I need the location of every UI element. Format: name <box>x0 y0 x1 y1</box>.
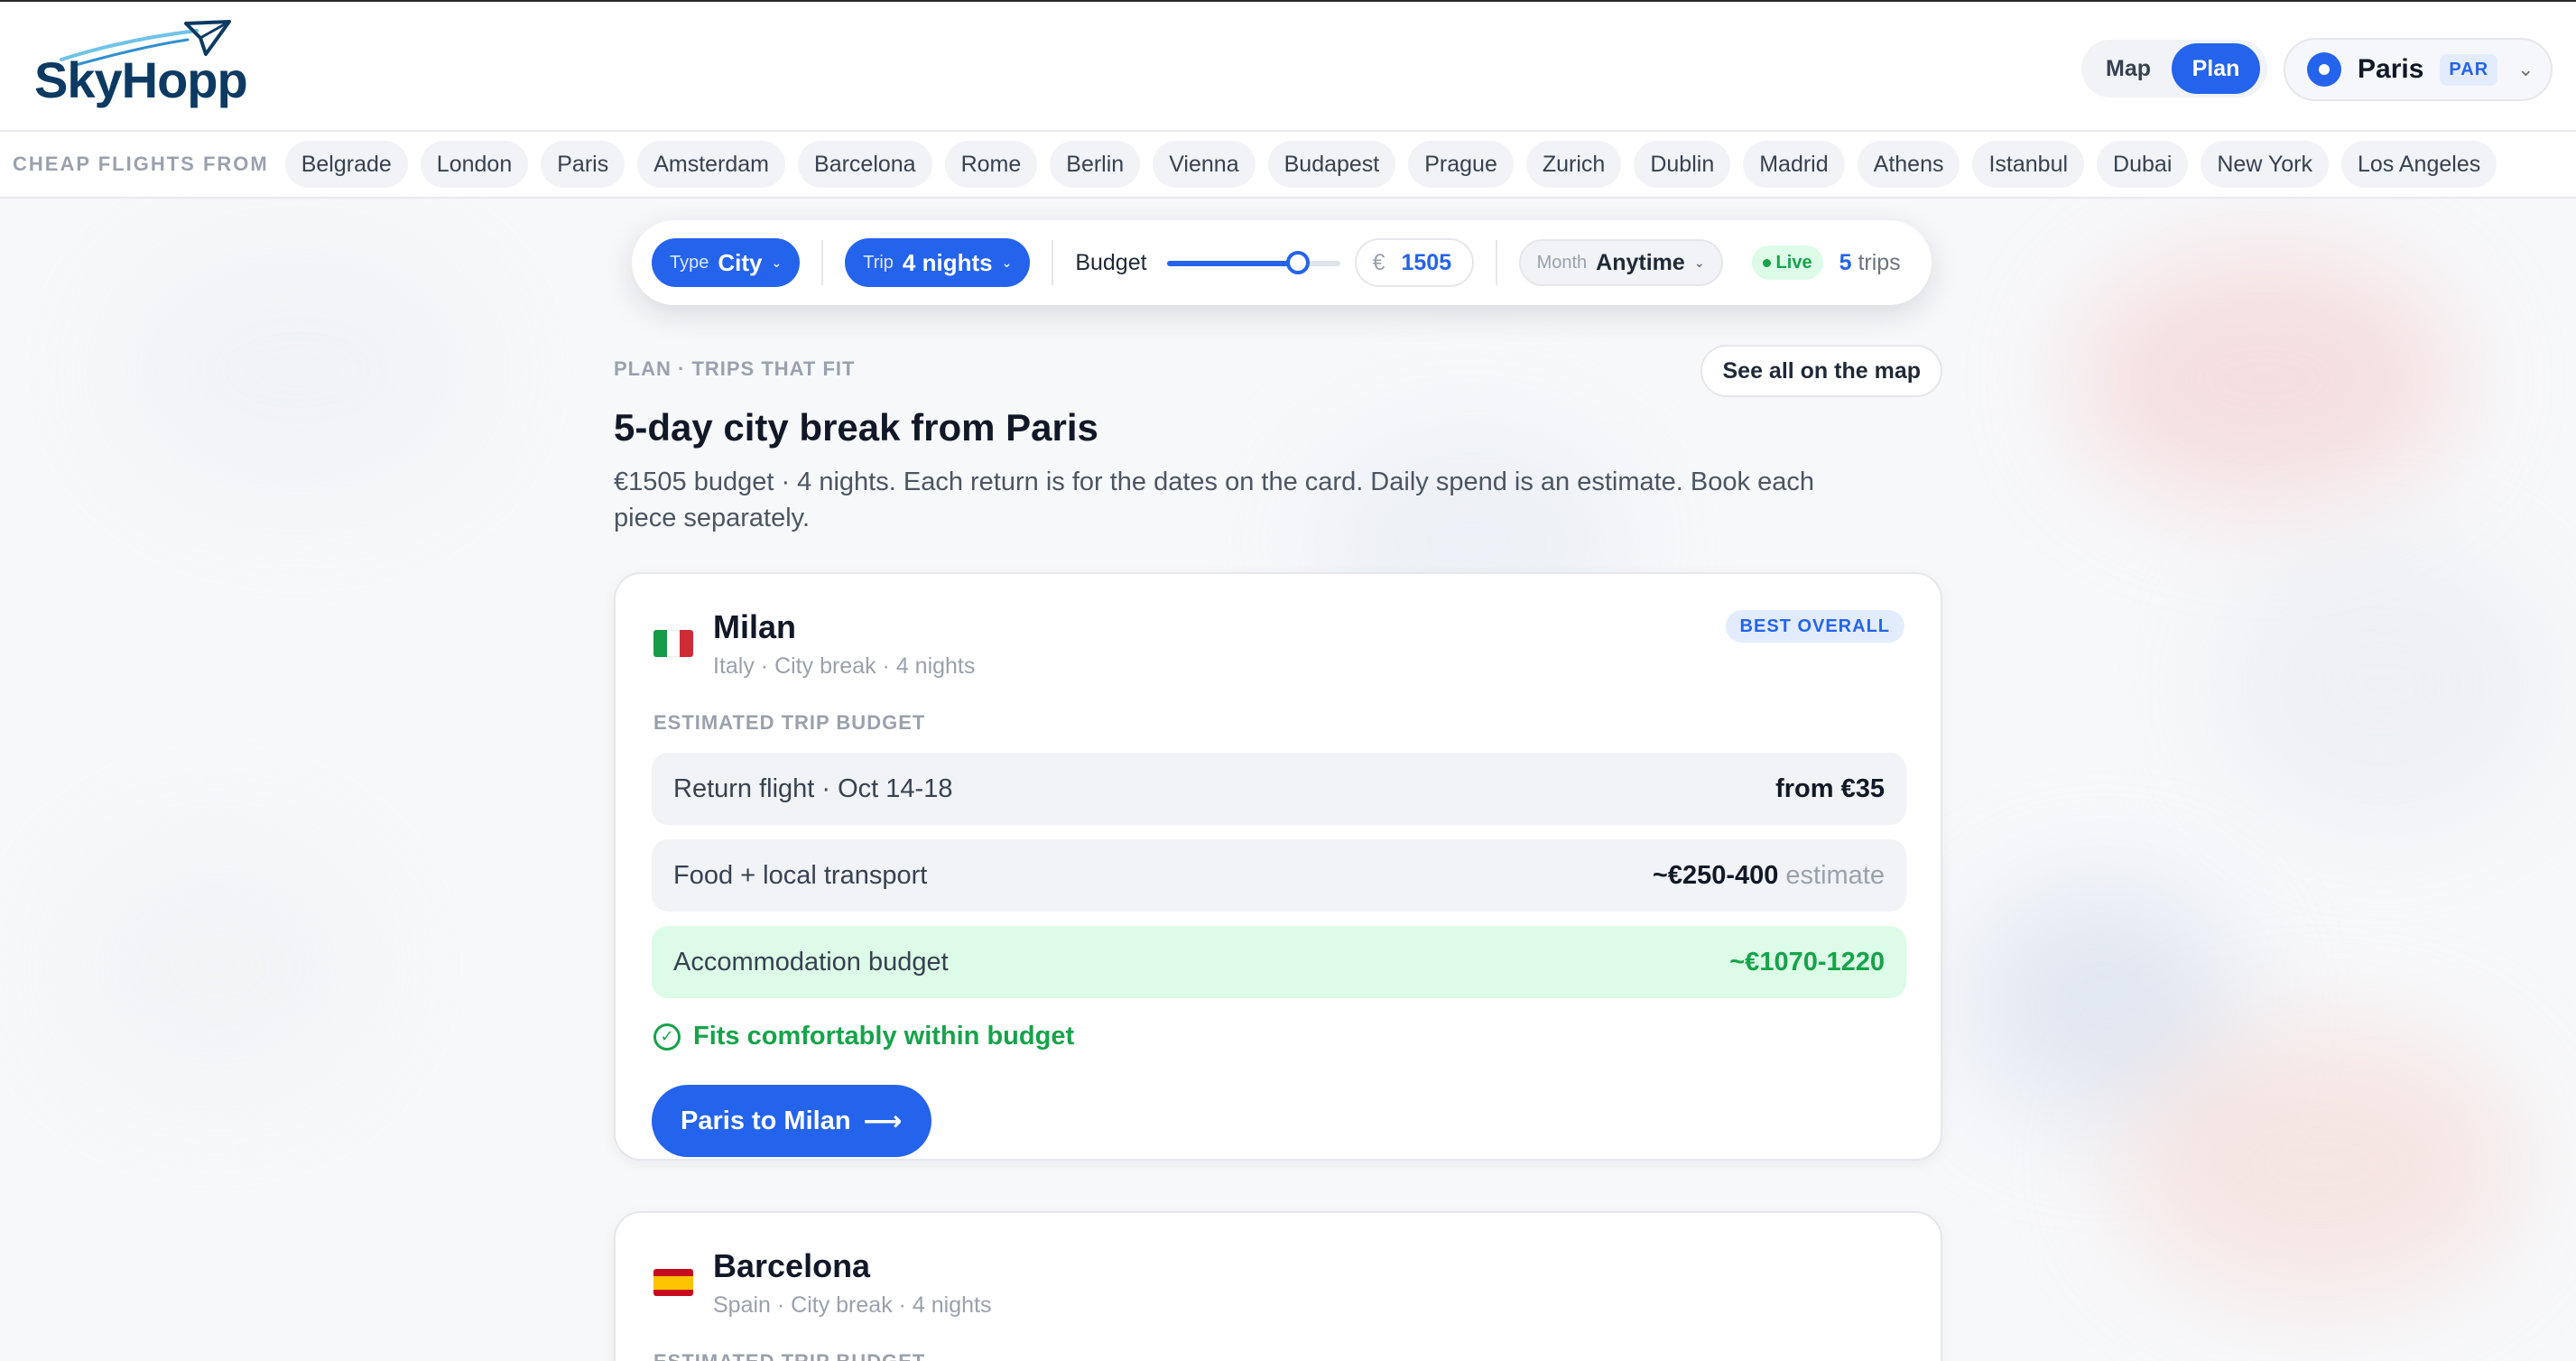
top-navigation-bar: SkyHopp Map Plan Paris PAR ⌄ <box>0 0 2576 132</box>
city-chip[interactable]: Paris <box>541 141 625 188</box>
row-label: Return flight · Oct 14-18 <box>673 773 953 803</box>
section-eyebrow: PLAN · TRIPS THAT FIT <box>614 357 856 380</box>
trip-count-suffix: trips <box>1858 249 1901 275</box>
city-chip[interactable]: Rome <box>944 141 1038 188</box>
row-label: Accommodation budget <box>673 947 949 977</box>
cheap-flights-label: CHEAP FLIGHTS FROM <box>13 153 269 175</box>
origin-city: Paris <box>2358 54 2424 84</box>
trip-filter-key: Trip <box>863 252 894 273</box>
view-toggle: Map Plan <box>2081 40 2267 97</box>
trip-length-filter[interactable]: Trip 4 nights ⌄ <box>845 238 1031 287</box>
flight-cost-row: Return flight · Oct 14-18 from €35 <box>652 753 1906 825</box>
city-chip[interactable]: Berlin <box>1050 141 1141 188</box>
budget-value: 1505 <box>1401 249 1452 275</box>
trip-count-number: 5 <box>1839 249 1852 275</box>
city-chip[interactable]: London <box>420 141 529 188</box>
plan-view-button[interactable]: Plan <box>2172 43 2260 94</box>
city-chip[interactable]: Vienna <box>1153 141 1256 188</box>
brand-logo[interactable]: SkyHopp <box>34 18 251 108</box>
city-chip[interactable]: Athens <box>1857 141 1960 188</box>
type-filter-key: Type <box>670 252 709 273</box>
city-chip[interactable]: Belgrade <box>284 141 408 188</box>
row-label: Food + local transport <box>673 860 928 890</box>
city-chip[interactable]: Istanbul <box>1972 141 2085 188</box>
city-chip[interactable]: Zurich <box>1525 141 1622 188</box>
food-transport-row: Food + local transport ~€250-400 estimate <box>652 839 1906 912</box>
city-chip[interactable]: New York <box>2201 141 2329 188</box>
budget-section-label: ESTIMATED TRIP BUDGET <box>653 711 926 734</box>
budget-label: Budget <box>1075 249 1147 275</box>
month-filter-key: Month <box>1536 252 1588 273</box>
slider-fill <box>1166 261 1299 266</box>
best-overall-badge: BEST OVERALL <box>1725 610 1904 643</box>
trip-filters: Type City ⌄ Trip 4 nights ⌄ Budget € 150… <box>632 220 1932 305</box>
row-value: ~€1070-1220 <box>1729 947 1885 977</box>
spain-flag-icon <box>653 1269 693 1296</box>
trip-filter-value: 4 nights <box>902 248 993 276</box>
budget-input[interactable]: € 1505 <box>1354 238 1474 287</box>
origin-code-badge: PAR <box>2440 53 2498 86</box>
chevron-down-icon: ⌄ <box>1001 255 1013 270</box>
divider <box>1495 240 1497 285</box>
city-chip[interactable]: Los Angeles <box>2341 141 2497 188</box>
month-filter-value: Anytime <box>1596 249 1685 275</box>
destination-city: Barcelona <box>713 1247 871 1284</box>
trip-card: Milan Italy · City break · 4 nights BEST… <box>614 572 1942 1161</box>
live-badge: Live <box>1751 245 1823 280</box>
map-view-button[interactable]: Map <box>2085 43 2172 94</box>
currency-symbol: € <box>1372 249 1385 275</box>
page-title: 5-day city break from Paris <box>614 406 1098 449</box>
month-filter[interactable]: Month Anytime ⌄ <box>1518 239 1723 286</box>
italy-flag-icon <box>653 630 693 657</box>
slider-thumb[interactable] <box>1286 251 1311 274</box>
budget-slider[interactable] <box>1166 249 1340 276</box>
destination-meta: Spain · City break · 4 nights <box>713 1292 992 1318</box>
fit-status-text: Fits comfortably within budget <box>693 1022 1075 1051</box>
city-chip[interactable]: Dublin <box>1634 141 1731 188</box>
city-chip[interactable]: Barcelona <box>798 141 932 188</box>
origin-selector[interactable]: Paris PAR ⌄ <box>2284 38 2553 101</box>
destination-meta: Italy · City break · 4 nights <box>713 653 976 679</box>
type-filter[interactable]: Type City ⌄ <box>652 238 801 287</box>
location-pin-icon <box>2307 52 2341 87</box>
live-dot-icon <box>1762 258 1771 267</box>
estimate-note: estimate <box>1785 860 1885 890</box>
city-chip[interactable]: Amsterdam <box>637 141 786 188</box>
row-value-wrap: ~€250-400 estimate <box>1653 861 1885 891</box>
trip-count: 5 trips <box>1839 250 1901 276</box>
cheap-flights-bar: CHEAP FLIGHTS FROM Belgrade London Paris… <box>0 132 2576 199</box>
city-chip[interactable]: Budapest <box>1267 141 1396 188</box>
row-value: ~€250-400 <box>1652 860 1779 890</box>
chevron-down-icon: ⌄ <box>771 255 783 270</box>
page-subtitle: €1505 budget · 4 nights. Each return is … <box>614 468 1814 532</box>
brand-name: SkyHopp <box>34 51 248 108</box>
accommodation-row: Accommodation budget ~€1070-1220 <box>652 926 1906 998</box>
destination-city: Milan <box>713 608 797 645</box>
arrow-right-icon: ⟶ <box>863 1106 903 1136</box>
chevron-down-icon: ⌄ <box>2517 58 2534 80</box>
trip-card: Barcelona Spain · City break · 4 nights … <box>614 1211 1942 1361</box>
city-chip[interactable]: Dubai <box>2097 141 2189 188</box>
divider <box>821 240 824 285</box>
city-chip[interactable]: Prague <box>1408 141 1514 188</box>
check-circle-icon: ✓ <box>653 1023 681 1051</box>
see-all-on-map-button[interactable]: See all on the map <box>1700 345 1942 397</box>
city-chip[interactable]: Madrid <box>1743 141 1845 188</box>
divider <box>1052 240 1054 285</box>
live-label: Live <box>1775 252 1812 273</box>
book-route-label: Paris to Milan <box>681 1106 851 1135</box>
budget-section-label: ESTIMATED TRIP BUDGET <box>653 1350 925 1361</box>
chevron-down-icon: ⌄ <box>1693 255 1705 270</box>
row-value: from €35 <box>1775 773 1885 803</box>
type-filter-value: City <box>718 248 763 276</box>
book-route-button[interactable]: Paris to Milan ⟶ <box>652 1085 931 1157</box>
fit-status: ✓ Fits comfortably within budget <box>653 1022 1074 1051</box>
